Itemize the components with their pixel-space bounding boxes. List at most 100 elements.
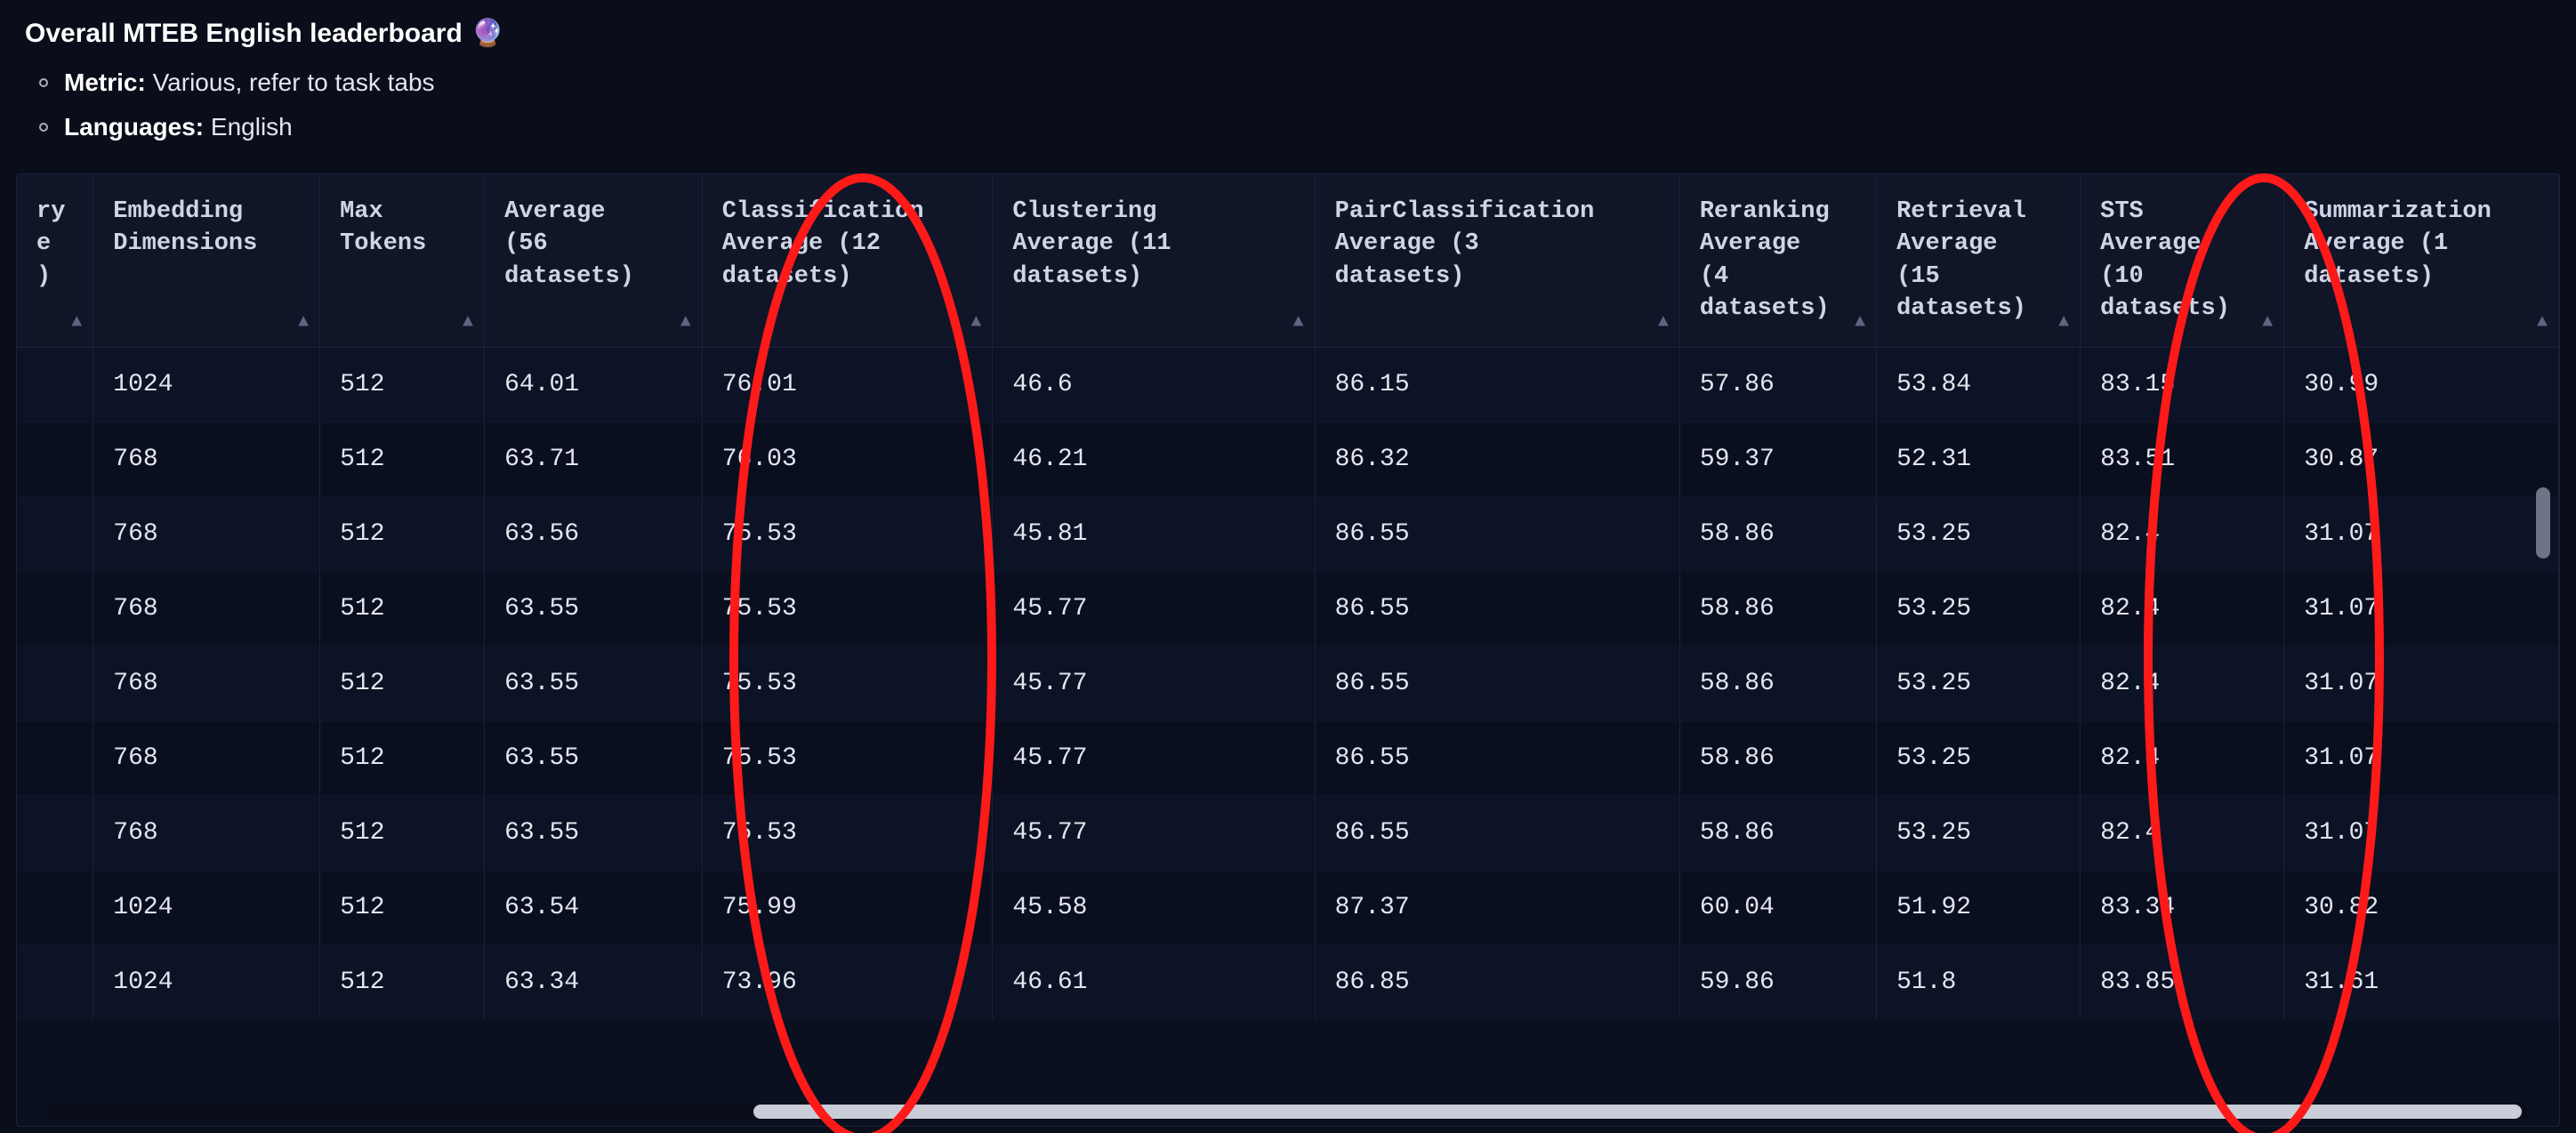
table-row[interactable]: 76851263.5575.5345.7786.5558.8653.2582.4… (17, 571, 2559, 646)
cell-rer: 57.86 (1679, 347, 1876, 422)
col-label: PairClassification Average (3 datasets) (1335, 198, 1595, 290)
cell-stub (17, 646, 93, 720)
cell-cls: 75.53 (702, 571, 993, 646)
col-embedding-dimensions[interactable]: Embedding Dimensions ▲ (93, 174, 320, 347)
col-max-tokens[interactable]: Max Tokens ▲ (320, 174, 485, 347)
cell-cls: 75.53 (702, 496, 993, 571)
cell-clu: 45.58 (993, 870, 1315, 944)
sort-icon[interactable]: ▲ (463, 310, 473, 334)
cell-dim: 768 (93, 795, 320, 870)
cell-dim: 768 (93, 720, 320, 795)
cell-tok: 512 (320, 795, 485, 870)
col-label: STS Average (10 datasets) (2100, 198, 2230, 322)
cell-ret: 53.25 (1877, 795, 2081, 870)
col-stub[interactable]: ry e )▲ (17, 174, 93, 347)
table-row[interactable]: 76851263.7176.0346.2186.3259.3752.3183.5… (17, 422, 2559, 496)
cell-sum: 31.07 (2284, 571, 2559, 646)
cell-rer: 58.86 (1679, 646, 1876, 720)
meta-item-metric: Metric: Various, refer to task tabs (39, 68, 2576, 97)
sort-icon[interactable]: ▲ (970, 310, 981, 334)
cell-avg: 63.55 (485, 720, 703, 795)
cell-ret: 53.25 (1877, 496, 2081, 571)
vertical-scrollbar-thumb[interactable] (2536, 487, 2550, 558)
cell-pair: 86.55 (1315, 571, 1679, 646)
cell-avg: 63.55 (485, 795, 703, 870)
vertical-scrollbar[interactable] (2536, 381, 2550, 1090)
cell-sum: 30.82 (2284, 870, 2559, 944)
col-label: Clustering Average (11 datasets) (1012, 198, 1171, 290)
col-label: Retrieval Average (15 datasets) (1896, 198, 2026, 322)
cell-sts: 82.4 (2081, 496, 2284, 571)
cell-clu: 45.77 (993, 720, 1315, 795)
cell-pair: 86.55 (1315, 496, 1679, 571)
cell-cls: 75.53 (702, 646, 993, 720)
col-clustering-average[interactable]: Clustering Average (11 datasets) ▲ (993, 174, 1315, 347)
sort-icon[interactable]: ▲ (71, 310, 82, 334)
col-retrieval-average[interactable]: Retrieval Average (15 datasets) ▲ (1877, 174, 2081, 347)
cell-sum: 30.87 (2284, 422, 2559, 496)
cell-clu: 45.77 (993, 646, 1315, 720)
meta-label: Metric: (64, 68, 146, 96)
bullet-icon (39, 78, 48, 87)
col-label: Embedding Dimensions (113, 198, 257, 257)
table-row[interactable]: 76851263.5575.5345.7786.5558.8653.2582.4… (17, 795, 2559, 870)
col-label: Max Tokens (340, 198, 426, 257)
meta-value: Various, refer to task tabs (153, 68, 435, 96)
meta-label: Languages: (64, 113, 204, 141)
meta-list: Metric: Various, refer to task tabs Lang… (25, 68, 2576, 141)
col-label: Summarization Average (1 datasets) (2304, 198, 2491, 290)
col-summarization-average[interactable]: Summarization Average (1 datasets) ▲ (2284, 174, 2559, 347)
cell-cls: 76.03 (702, 422, 993, 496)
cell-sts: 83.15 (2081, 347, 2284, 422)
cell-ret: 53.25 (1877, 571, 2081, 646)
cell-sts: 83.85 (2081, 944, 2284, 1019)
page-title-row: Overall MTEB English leaderboard 🔮 (25, 18, 2576, 49)
cell-avg: 63.55 (485, 571, 703, 646)
sort-icon[interactable]: ▲ (2058, 310, 2069, 334)
sort-icon[interactable]: ▲ (1658, 310, 1669, 334)
sort-icon[interactable]: ▲ (2537, 310, 2548, 334)
cell-stub (17, 496, 93, 571)
table-scroll[interactable]: ry e )▲ Embedding Dimensions ▲ Max Tokens… (17, 174, 2559, 1126)
cell-clu: 46.6 (993, 347, 1315, 422)
table-row[interactable]: 76851263.5575.5345.7786.5558.8653.2582.4… (17, 646, 2559, 720)
sort-icon[interactable]: ▲ (1293, 310, 1304, 334)
horizontal-scrollbar-thumb[interactable] (753, 1105, 2522, 1119)
col-sts-average[interactable]: STS Average (10 datasets) ▲ (2081, 174, 2284, 347)
cell-stub (17, 870, 93, 944)
col-reranking-average[interactable]: Reranking Average (4 datasets)▲ (1679, 174, 1876, 347)
cell-sts: 82.4 (2081, 571, 2284, 646)
sort-icon[interactable]: ▲ (298, 310, 309, 334)
table-row[interactable]: 76851263.5675.5345.8186.5558.8653.2582.4… (17, 496, 2559, 571)
header: Overall MTEB English leaderboard 🔮 Metri… (0, 18, 2576, 168)
cell-avg: 63.55 (485, 646, 703, 720)
cell-ret: 51.8 (1877, 944, 2081, 1019)
table-body: 102451264.0176.0146.686.1557.8653.8483.1… (17, 347, 2559, 1019)
table-row[interactable]: 76851263.5575.5345.7786.5558.8653.2582.4… (17, 720, 2559, 795)
col-classification-average[interactable]: Classification Average (12 datasets)▲ (702, 174, 993, 347)
cell-stub (17, 795, 93, 870)
table-row[interactable]: 102451263.3473.9646.6186.8559.8651.883.8… (17, 944, 2559, 1019)
cell-dim: 768 (93, 422, 320, 496)
cell-clu: 45.77 (993, 795, 1315, 870)
cell-rer: 60.04 (1679, 870, 1876, 944)
cell-sts: 82.4 (2081, 720, 2284, 795)
col-label: Average (56 datasets) (504, 198, 634, 290)
meta-item-languages: Languages: English (39, 113, 2576, 141)
cell-ret: 51.92 (1877, 870, 2081, 944)
cell-avg: 63.71 (485, 422, 703, 496)
sort-icon[interactable]: ▲ (2262, 310, 2273, 334)
cell-tok: 512 (320, 496, 485, 571)
col-pairclassification-average[interactable]: PairClassification Average (3 datasets) ▲ (1315, 174, 1679, 347)
cell-stub (17, 422, 93, 496)
cell-tok: 512 (320, 870, 485, 944)
table-row[interactable]: 102451263.5475.9945.5887.3760.0451.9283.… (17, 870, 2559, 944)
col-average[interactable]: Average (56 datasets) ▲ (485, 174, 703, 347)
table-header: ry e )▲ Embedding Dimensions ▲ Max Tokens… (17, 174, 2559, 347)
cell-pair: 86.15 (1315, 347, 1679, 422)
horizontal-scrollbar[interactable] (42, 1103, 2527, 1121)
cell-avg: 63.56 (485, 496, 703, 571)
table-row[interactable]: 102451264.0176.0146.686.1557.8653.8483.1… (17, 347, 2559, 422)
sort-icon[interactable]: ▲ (680, 310, 691, 334)
sort-icon[interactable]: ▲ (1855, 310, 1865, 334)
